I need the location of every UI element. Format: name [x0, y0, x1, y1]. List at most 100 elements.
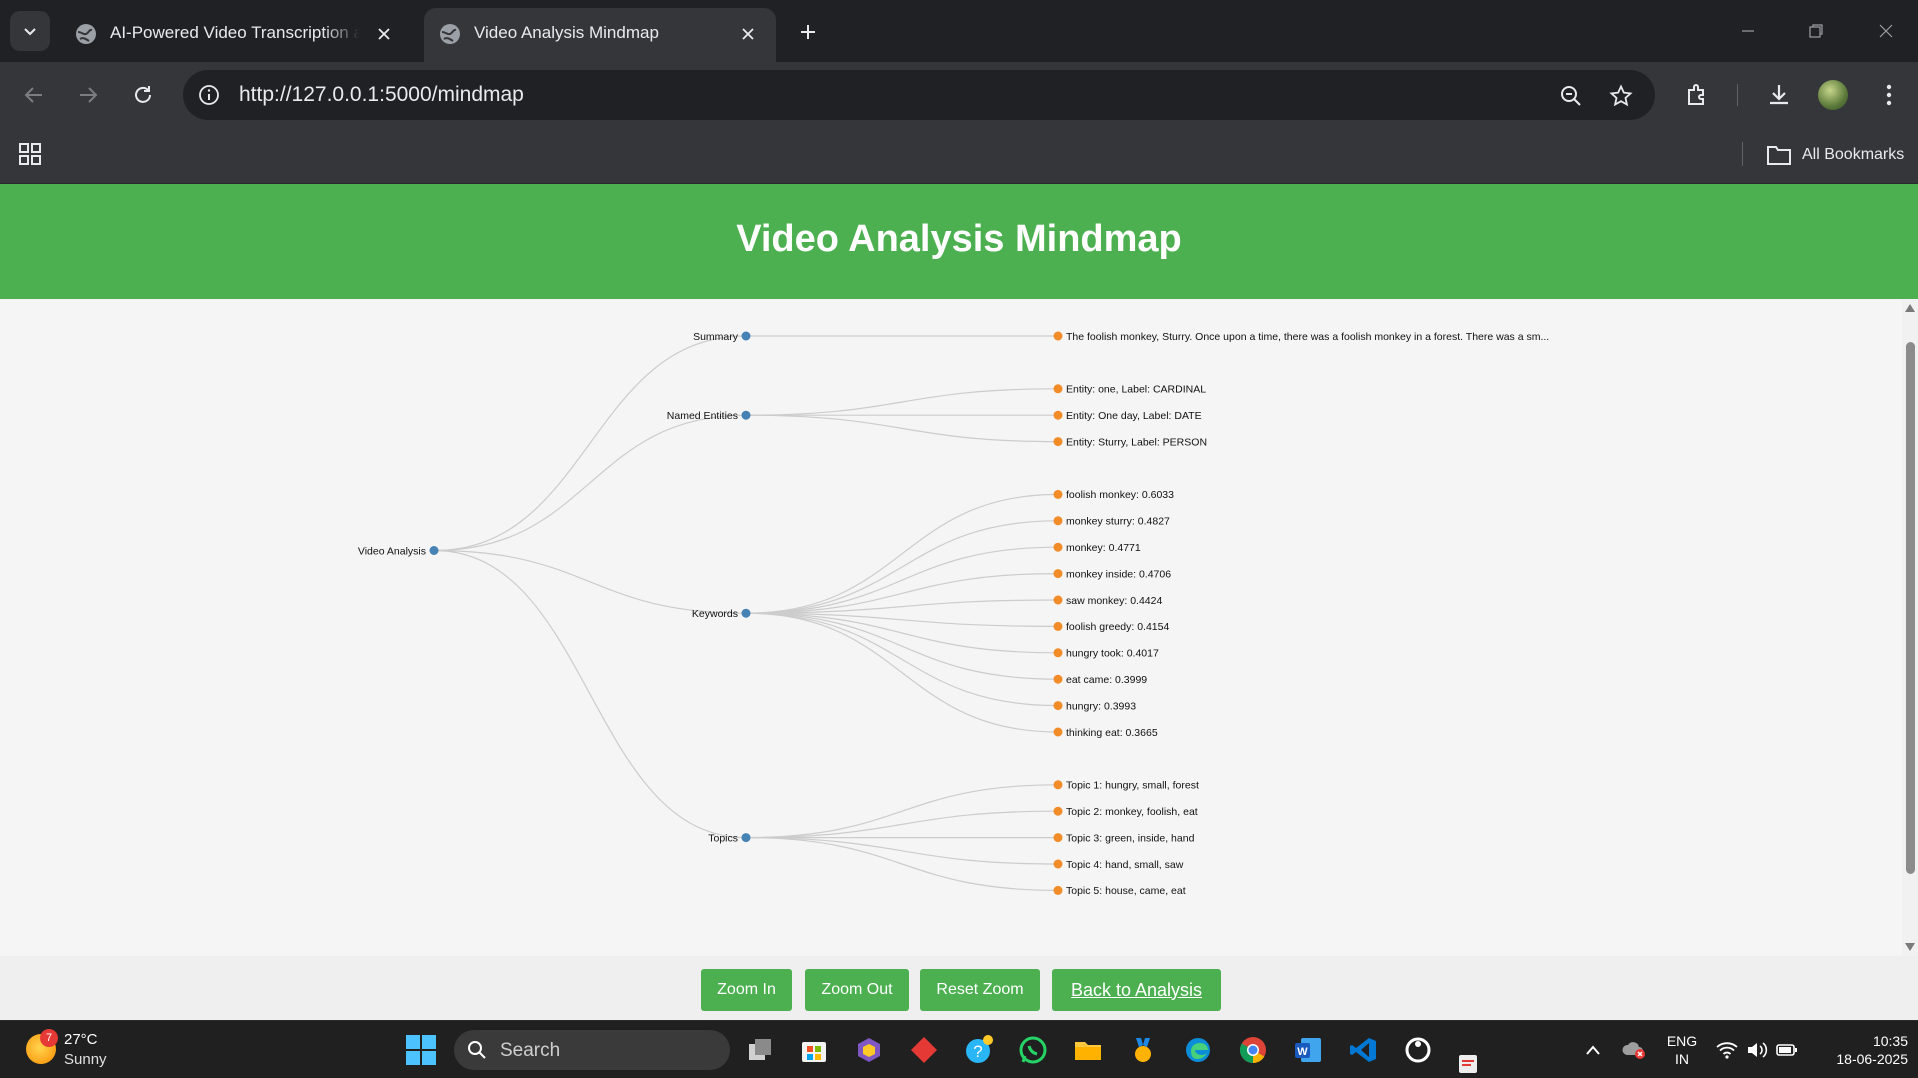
- mindmap-leaf-node-dot[interactable]: [1053, 331, 1063, 341]
- mindmap-leaf-node-dot[interactable]: [1053, 621, 1063, 631]
- bookmark-star-icon[interactable]: [1607, 82, 1635, 110]
- back-button[interactable]: [16, 77, 52, 113]
- mindmap-branch-node-dot[interactable]: [741, 833, 751, 843]
- chevron-up-icon[interactable]: [1582, 1037, 1604, 1063]
- restore-button[interactable]: [1796, 14, 1836, 48]
- microsoft-store-icon[interactable]: [797, 1033, 831, 1067]
- forward-button[interactable]: [70, 77, 106, 113]
- downloads-button[interactable]: [1762, 78, 1796, 112]
- mindmap-container[interactable]: Video Analysis Summary The foolish monkey,…: [0, 299, 1902, 956]
- mindmap-branch-node-dot[interactable]: [741, 410, 751, 420]
- mindmap-root-node-dot[interactable]: [429, 546, 439, 555]
- mindmap-leaf-node-dot[interactable]: [1053, 516, 1063, 526]
- mindmap-leaf-node[interactable]: Topic 2: monkey, foolish, eat: [1053, 806, 1198, 818]
- mindmap-leaf-node-dot[interactable]: [1053, 727, 1063, 737]
- close-tab-icon[interactable]: [736, 22, 760, 46]
- mindmap-branch-node[interactable]: Summary: [693, 331, 751, 343]
- taskbar-search[interactable]: Search: [454, 1030, 730, 1070]
- weather-condition[interactable]: Sunny: [64, 1051, 107, 1068]
- tab-transcription[interactable]: AI-Powered Video Transcription and Summa…: [60, 8, 412, 62]
- mindmap-leaf-node[interactable]: saw monkey: 0.4424: [1053, 595, 1163, 607]
- mindmap-leaf-node-dot[interactable]: [1053, 595, 1063, 605]
- mindmap-leaf-node-dot[interactable]: [1053, 489, 1063, 499]
- mindmap-branch-node-dot[interactable]: [741, 608, 751, 618]
- medal-app-icon[interactable]: [1126, 1033, 1160, 1067]
- reset-zoom-button[interactable]: Reset Zoom: [920, 969, 1040, 1011]
- new-tab-button[interactable]: [792, 16, 824, 48]
- mindmap-leaf-node-dot[interactable]: [1053, 410, 1063, 420]
- back-to-analysis-button[interactable]: Back to Analysis: [1052, 969, 1221, 1011]
- mindmap-branch-node[interactable]: Keywords: [692, 608, 751, 620]
- mindmap-leaf-node[interactable]: hungry: 0.3993: [1053, 700, 1137, 712]
- page-scrollbar[interactable]: [1902, 299, 1918, 956]
- tab-search-button[interactable]: [10, 11, 50, 51]
- mindmap-leaf-node[interactable]: Topic 1: hungry, small, forest: [1053, 780, 1199, 792]
- whatsapp-icon[interactable]: [1016, 1033, 1050, 1067]
- mindmap-svg[interactable]: Video Analysis Summary The foolish monkey,…: [0, 299, 1902, 956]
- mindmap-leaf-node[interactable]: Topic 5: house, came, eat: [1053, 885, 1186, 897]
- language-indicator[interactable]: ENG IN: [1660, 1032, 1704, 1068]
- mindmap-leaf-node-dot[interactable]: [1053, 833, 1063, 843]
- close-tab-icon[interactable]: [372, 22, 396, 46]
- scroll-up-icon[interactable]: [1905, 303, 1915, 313]
- mindmap-leaf-node[interactable]: monkey inside: 0.4706: [1053, 568, 1172, 580]
- mindmap-leaf-node[interactable]: foolish monkey: 0.6033: [1053, 489, 1175, 501]
- mindmap-leaf-node[interactable]: foolish greedy: 0.4154: [1053, 621, 1170, 633]
- mindmap-leaf-node[interactable]: hungry took: 0.4017: [1053, 648, 1159, 660]
- scroll-thumb[interactable]: [1906, 342, 1915, 874]
- mindmap-leaf-node-dot[interactable]: [1053, 885, 1063, 895]
- extensions-button[interactable]: [1680, 78, 1714, 112]
- mindmap-leaf-node[interactable]: thinking eat: 0.3665: [1053, 727, 1158, 739]
- profile-avatar[interactable]: [1818, 80, 1848, 110]
- apps-grid-icon[interactable]: [16, 140, 44, 168]
- browser-menu-button[interactable]: [1872, 78, 1906, 112]
- obs-icon[interactable]: [1401, 1033, 1435, 1067]
- mindmap-leaf-node[interactable]: eat came: 0.3999: [1053, 674, 1148, 686]
- mindmap-leaf-node[interactable]: Topic 3: green, inside, hand: [1053, 832, 1195, 844]
- mindmap-leaf-node-dot[interactable]: [1053, 701, 1063, 711]
- mindmap-leaf-node-dot[interactable]: [1053, 780, 1063, 790]
- minimize-button[interactable]: [1728, 14, 1768, 48]
- mindmap-branch-node[interactable]: Named Entities: [667, 410, 751, 422]
- vscode-icon[interactable]: [1346, 1033, 1380, 1067]
- mindmap-leaf-node-dot[interactable]: [1053, 437, 1063, 447]
- address-bar[interactable]: http://127.0.0.1:5000/mindmap: [183, 70, 1655, 120]
- file-explorer-icon[interactable]: [1071, 1033, 1105, 1067]
- site-info-icon[interactable]: [195, 81, 223, 109]
- start-button[interactable]: [406, 1035, 436, 1065]
- reload-button[interactable]: [125, 77, 161, 113]
- task-view-icon[interactable]: [743, 1033, 777, 1067]
- mindmap-leaf-node-dot[interactable]: [1053, 542, 1063, 552]
- volume-icon[interactable]: [1744, 1037, 1770, 1063]
- mindmap-leaf-node-dot[interactable]: [1053, 384, 1063, 394]
- all-bookmarks-button[interactable]: All Bookmarks: [1766, 140, 1904, 170]
- mindmap-leaf-node[interactable]: Entity: one, Label: CARDINAL: [1053, 384, 1207, 396]
- mindmap-root-node[interactable]: Video Analysis: [358, 545, 439, 557]
- mindmap-leaf-node-dot[interactable]: [1053, 648, 1063, 658]
- mindmap-leaf-node[interactable]: Topic 4: hand, small, saw: [1053, 859, 1184, 871]
- zoom-in-button[interactable]: Zoom In: [701, 969, 792, 1011]
- battery-icon[interactable]: [1774, 1037, 1800, 1063]
- mindmap-leaf-node[interactable]: Entity: One day, Label: DATE: [1053, 410, 1202, 422]
- zoom-icon[interactable]: [1557, 82, 1585, 110]
- zoom-out-button[interactable]: Zoom Out: [805, 969, 909, 1011]
- mindmap-leaf-node[interactable]: Entity: Sturry, Label: PERSON: [1053, 436, 1208, 448]
- tab-mindmap[interactable]: Video Analysis Mindmap: [424, 8, 776, 62]
- app-cube-icon[interactable]: [852, 1033, 886, 1067]
- close-window-button[interactable]: [1866, 14, 1906, 48]
- mindmap-leaf-node-dot[interactable]: [1053, 569, 1063, 579]
- wifi-icon[interactable]: [1714, 1037, 1740, 1063]
- chrome-icon[interactable]: [1236, 1033, 1270, 1067]
- mindmap-leaf-node[interactable]: monkey sturry: 0.4827: [1053, 516, 1171, 528]
- app-diamond-icon[interactable]: [907, 1033, 941, 1067]
- mindmap-leaf-node-dot[interactable]: [1053, 674, 1063, 684]
- overflow-app-icon[interactable]: [1455, 1051, 1481, 1077]
- mindmap-branch-node[interactable]: Topics: [708, 832, 751, 844]
- mindmap-branch-node-dot[interactable]: [741, 331, 751, 341]
- weather-temperature[interactable]: 27°C: [64, 1031, 98, 1048]
- onedrive-error-icon[interactable]: [1620, 1037, 1648, 1063]
- system-clock[interactable]: 10:35 18-06-2025: [1808, 1032, 1908, 1068]
- help-app-icon[interactable]: ?: [962, 1033, 996, 1067]
- edge-icon[interactable]: [1181, 1033, 1215, 1067]
- mindmap-leaf-node[interactable]: monkey: 0.4771: [1053, 542, 1141, 554]
